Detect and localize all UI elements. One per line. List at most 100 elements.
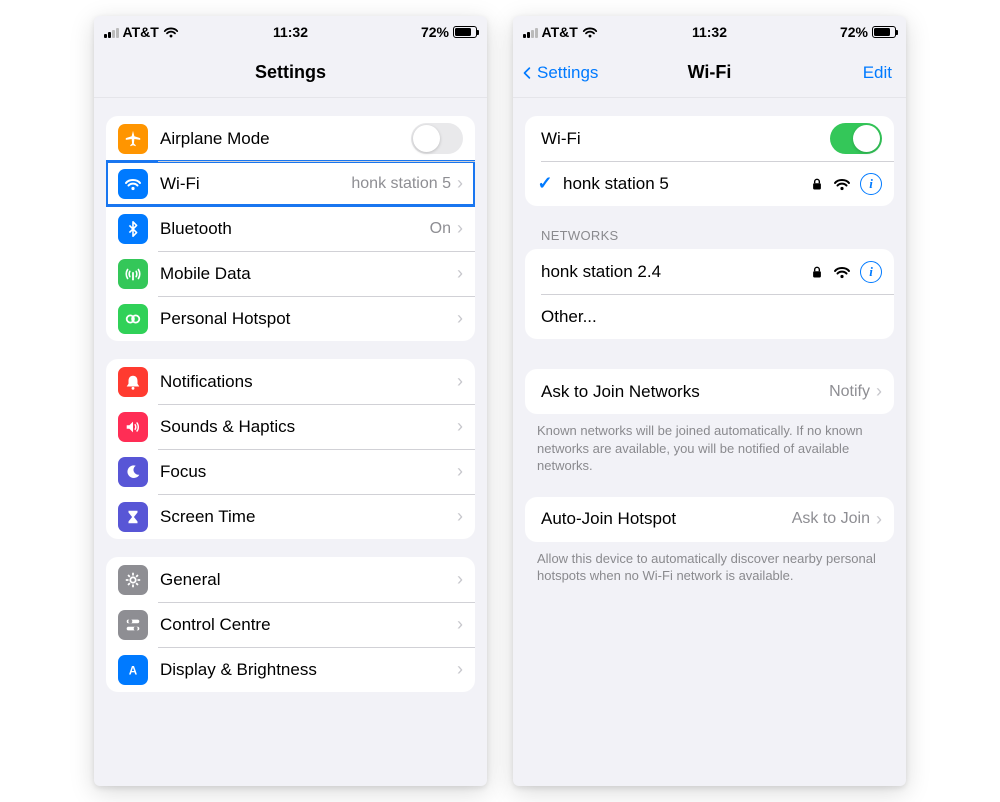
connected-network-row[interactable]: ✓ honk station 5 i xyxy=(525,161,894,206)
back-label: Settings xyxy=(537,63,598,83)
wifi-detail: honk station 5 xyxy=(351,175,451,193)
chevron-right-icon: › xyxy=(457,506,463,527)
airplane-mode-row[interactable]: Airplane Mode xyxy=(106,116,475,161)
battery-percent-label: 72% xyxy=(840,24,868,40)
auto-join-group: Auto-Join Hotspot Ask to Join › xyxy=(525,497,894,542)
auto-join-footer: Allow this device to automatically disco… xyxy=(537,550,882,585)
cell-signal-icon xyxy=(523,27,538,38)
status-bar: AT&T 11:32 72% xyxy=(94,16,487,48)
wifi-signal-icon xyxy=(833,175,851,193)
screen-time-row[interactable]: Screen Time › xyxy=(106,494,475,539)
wifi-status-icon xyxy=(582,24,598,40)
wifi-signal-icon xyxy=(833,263,851,281)
airplane-label: Airplane Mode xyxy=(160,129,411,149)
wifi-toggle-group: Wi-Fi ✓ honk station 5 i xyxy=(525,116,894,206)
bluetooth-row[interactable]: Bluetooth On › xyxy=(106,206,475,251)
status-bar: AT&T 11:32 72% xyxy=(513,16,906,48)
chevron-right-icon: › xyxy=(457,173,463,194)
nav-bar: Settings Wi-Fi Edit xyxy=(513,48,906,98)
chevron-right-icon: › xyxy=(457,614,463,635)
moon-icon xyxy=(118,457,148,487)
ask-join-group: Ask to Join Networks Notify › xyxy=(525,369,894,414)
info-button[interactable]: i xyxy=(860,173,882,195)
display-row[interactable]: A Display & Brightness › xyxy=(106,647,475,692)
sounds-label: Sounds & Haptics xyxy=(160,417,457,437)
page-title: Wi-Fi xyxy=(688,62,732,83)
network-row[interactable]: honk station 2.4 i xyxy=(525,249,894,294)
wifi-label: Wi-Fi xyxy=(160,174,351,194)
battery-percent-label: 72% xyxy=(421,24,449,40)
settings-screen: AT&T 11:32 72% Settings Airplane Mode xyxy=(94,16,487,786)
connected-network-label: honk station 5 xyxy=(563,174,804,194)
settings-group-connectivity: Airplane Mode Wi-Fi honk station 5 › Blu… xyxy=(106,116,475,341)
settings-group-general: General › Control Centre › A Display & B… xyxy=(106,557,475,692)
chevron-right-icon: › xyxy=(457,416,463,437)
ask-join-row[interactable]: Ask to Join Networks Notify › xyxy=(525,369,894,414)
carrier-label: AT&T xyxy=(542,24,578,40)
focus-row[interactable]: Focus › xyxy=(106,449,475,494)
notifications-label: Notifications xyxy=(160,372,457,392)
personal-hotspot-row[interactable]: Personal Hotspot › xyxy=(106,296,475,341)
wifi-toggle-row[interactable]: Wi-Fi xyxy=(525,116,894,161)
general-label: General xyxy=(160,570,457,590)
ask-join-value: Notify xyxy=(829,383,870,401)
hourglass-icon xyxy=(118,502,148,532)
wifi-row[interactable]: Wi-Fi honk station 5 › xyxy=(106,161,475,206)
back-button[interactable]: Settings xyxy=(521,63,598,83)
nav-bar: Settings xyxy=(94,48,487,98)
other-network-row[interactable]: Other... xyxy=(525,294,894,339)
screen-time-label: Screen Time xyxy=(160,507,457,527)
wifi-status-icon xyxy=(163,24,179,40)
edit-button[interactable]: Edit xyxy=(863,63,892,83)
chevron-right-icon: › xyxy=(876,509,882,530)
bell-icon xyxy=(118,367,148,397)
svg-text:A: A xyxy=(129,664,138,677)
control-centre-label: Control Centre xyxy=(160,615,457,635)
chevron-right-icon: › xyxy=(457,461,463,482)
ask-join-footer: Known networks will be joined automatica… xyxy=(537,422,882,475)
gear-icon xyxy=(118,565,148,595)
auto-join-label: Auto-Join Hotspot xyxy=(541,509,792,529)
lock-icon xyxy=(810,176,824,192)
sounds-row[interactable]: Sounds & Haptics › xyxy=(106,404,475,449)
display-icon: A xyxy=(118,655,148,685)
carrier-label: AT&T xyxy=(123,24,159,40)
wifi-screen: AT&T 11:32 72% Settings Wi-Fi Edit Wi-Fi xyxy=(513,16,906,786)
hotspot-icon xyxy=(118,304,148,334)
lock-icon xyxy=(810,264,824,280)
settings-group-attention: Notifications › Sounds & Haptics › Focus… xyxy=(106,359,475,539)
control-centre-row[interactable]: Control Centre › xyxy=(106,602,475,647)
network-label: honk station 2.4 xyxy=(541,262,804,282)
page-title: Settings xyxy=(255,62,326,83)
notifications-row[interactable]: Notifications › xyxy=(106,359,475,404)
chevron-right-icon: › xyxy=(457,659,463,680)
chevron-right-icon: › xyxy=(457,263,463,284)
wifi-icon xyxy=(118,169,148,199)
sliders-icon xyxy=(118,610,148,640)
info-button[interactable]: i xyxy=(860,261,882,283)
chevron-left-icon xyxy=(521,63,535,83)
networks-header: Networks xyxy=(541,228,878,243)
cell-signal-icon xyxy=(104,27,119,38)
chevron-right-icon: › xyxy=(457,569,463,590)
bluetooth-icon xyxy=(118,214,148,244)
hotspot-label: Personal Hotspot xyxy=(160,309,457,329)
mobile-data-label: Mobile Data xyxy=(160,264,457,284)
chevron-right-icon: › xyxy=(457,371,463,392)
airplane-toggle[interactable] xyxy=(411,123,463,154)
mobile-data-row[interactable]: Mobile Data › xyxy=(106,251,475,296)
wifi-toggle-label: Wi-Fi xyxy=(541,129,830,149)
checkmark-icon: ✓ xyxy=(533,173,557,194)
auto-join-value: Ask to Join xyxy=(792,510,870,528)
chevron-right-icon: › xyxy=(876,381,882,402)
auto-join-row[interactable]: Auto-Join Hotspot Ask to Join › xyxy=(525,497,894,542)
speaker-icon xyxy=(118,412,148,442)
wifi-toggle[interactable] xyxy=(830,123,882,154)
battery-icon xyxy=(453,26,477,38)
chevron-right-icon: › xyxy=(457,218,463,239)
general-row[interactable]: General › xyxy=(106,557,475,602)
other-label: Other... xyxy=(541,307,882,327)
antenna-icon xyxy=(118,259,148,289)
battery-icon xyxy=(872,26,896,38)
bluetooth-detail: On xyxy=(430,220,451,238)
